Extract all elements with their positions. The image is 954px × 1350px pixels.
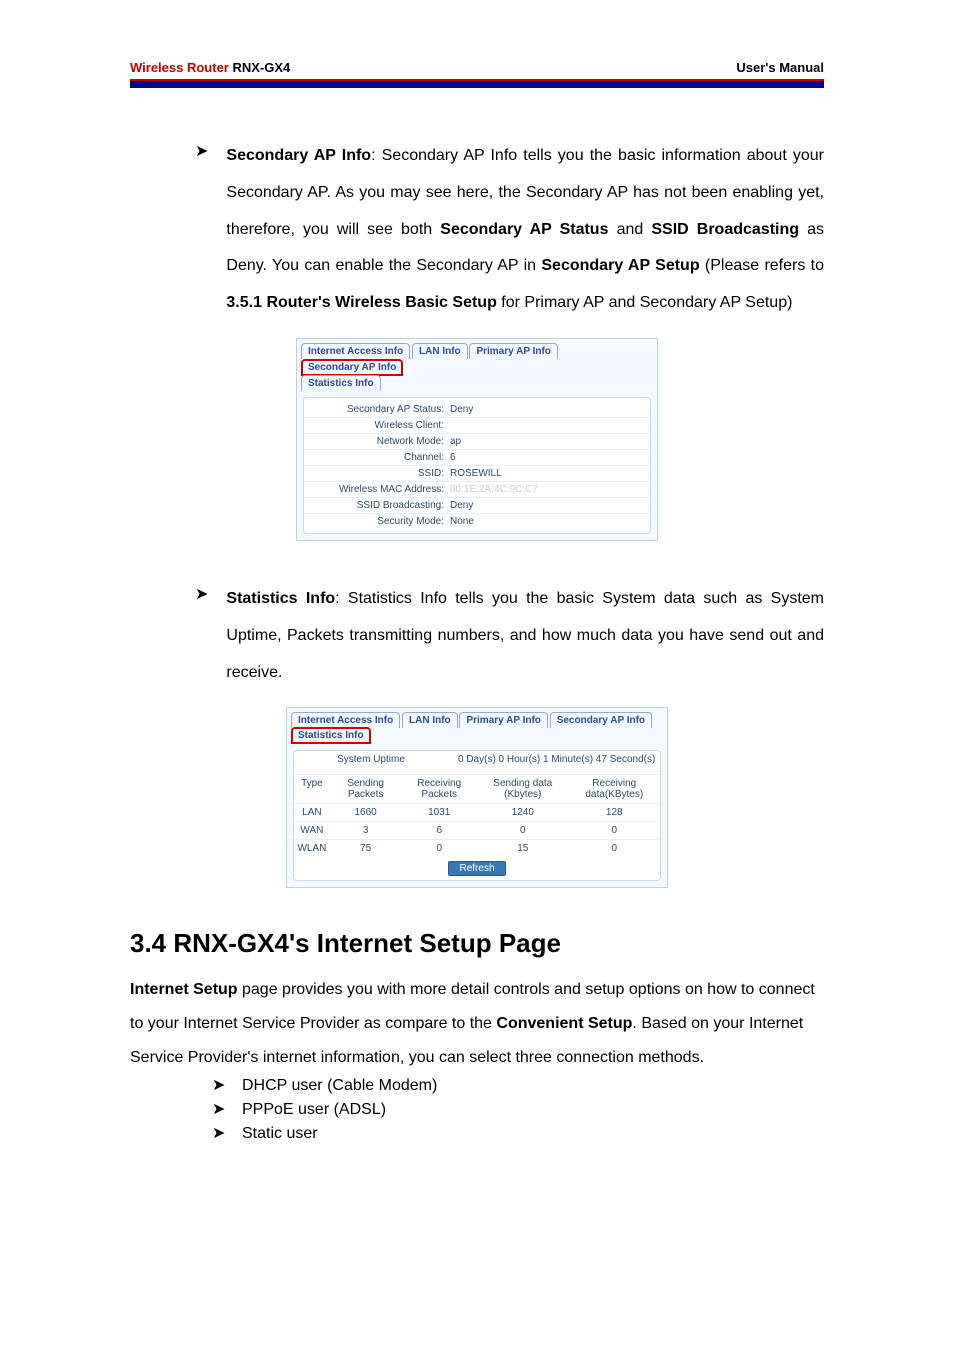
section-paragraph: Internet Setup page provides you with mo…: [130, 973, 824, 1074]
statistics-info-paragraph: Statistics Info: Statistics Info tells y…: [226, 581, 824, 691]
tab-secondary-ap[interactable]: Secondary AP Info: [550, 712, 652, 728]
tab-secondary-ap[interactable]: Secondary AP Info: [301, 359, 403, 376]
tab-statistics-info[interactable]: Statistics Info: [291, 727, 371, 744]
model-label: RNX-GX4: [232, 60, 290, 75]
table-row: WLAN 75 0 15 0: [294, 839, 660, 857]
refresh-button[interactable]: Refresh: [448, 861, 505, 876]
table-row: WAN 3 6 0 0: [294, 821, 660, 839]
list-item: Static user: [242, 1122, 318, 1146]
bullet-arrow-icon: ➤: [195, 141, 208, 161]
secondary-ap-paragraph: Secondary AP Info: Secondary AP Info tel…: [226, 138, 824, 322]
tab-lan-info[interactable]: LAN Info: [402, 712, 458, 728]
bullet-arrow-icon: ➤: [212, 1098, 242, 1122]
section-title: 3.4 RNX-GX4's Internet Setup Page: [130, 928, 824, 959]
statistics-screenshot: Internet Access Info LAN Info Primary AP…: [286, 707, 668, 888]
tab-lan-info[interactable]: LAN Info: [412, 343, 468, 359]
header-divider: [130, 79, 824, 88]
bullet-arrow-icon: ➤: [212, 1074, 242, 1098]
secondary-ap-screenshot: Internet Access Info LAN Info Primary AP…: [296, 338, 658, 541]
list-item: DHCP user (Cable Modem): [242, 1074, 437, 1098]
tab-statistics-info[interactable]: Statistics Info: [301, 375, 381, 391]
list-item: PPPoE user (ADSL): [242, 1098, 386, 1122]
tab-primary-ap[interactable]: Primary AP Info: [469, 343, 557, 359]
manual-label: User's Manual: [736, 60, 824, 75]
brand-label: Wireless Router: [130, 60, 229, 75]
uptime-label: System Uptime: [294, 753, 448, 766]
bullet-arrow-icon: ➤: [212, 1122, 242, 1146]
uptime-value: 0 Day(s) 0 Hour(s) 1 Minute(s) 47 Second…: [448, 753, 660, 766]
tab-primary-ap[interactable]: Primary AP Info: [459, 712, 547, 728]
table-row: LAN 1660 1031 1240 128: [294, 803, 660, 821]
statistics-panel: System Uptime 0 Day(s) 0 Hour(s) 1 Minut…: [293, 750, 661, 881]
tab-internet-access[interactable]: Internet Access Info: [301, 343, 410, 359]
tab-internet-access[interactable]: Internet Access Info: [291, 712, 400, 728]
secondary-ap-info-panel: Secondary AP Status:Deny Wireless Client…: [303, 397, 651, 534]
bullet-arrow-icon: ➤: [195, 584, 208, 604]
connection-method-list: ➤DHCP user (Cable Modem) ➤PPPoE user (AD…: [212, 1074, 824, 1146]
page-header: Wireless Router RNX-GX4 User's Manual: [130, 60, 824, 79]
